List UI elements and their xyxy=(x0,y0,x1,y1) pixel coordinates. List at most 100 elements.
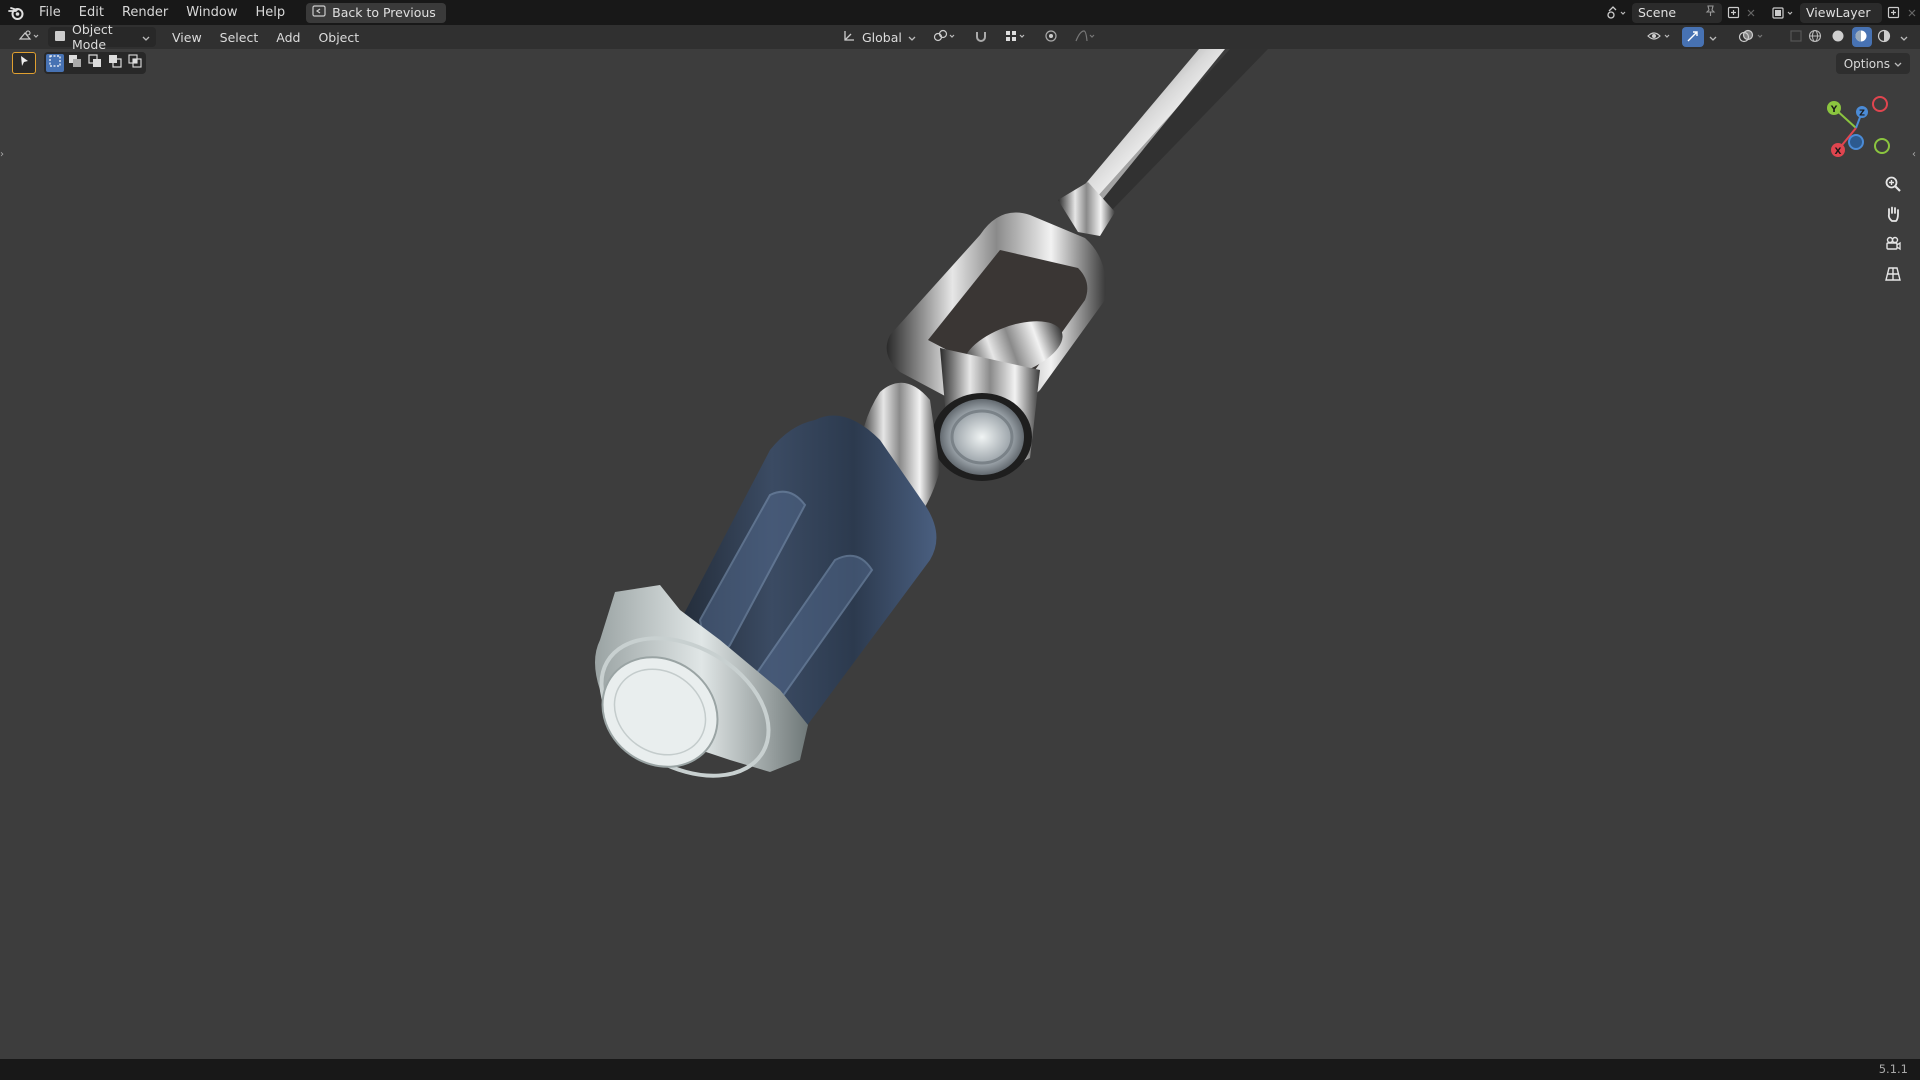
object-visibility-selector[interactable] xyxy=(1641,27,1679,47)
sidebar-expand-icon[interactable]: ‹ xyxy=(1912,149,1920,167)
gizmo-neg-z-axis[interactable] xyxy=(1848,134,1864,150)
overlays-toggle[interactable] xyxy=(1732,27,1774,47)
header-right-group xyxy=(1641,27,1914,47)
new-view-layer-icon[interactable] xyxy=(1882,3,1904,23)
delete-view-layer-icon[interactable] xyxy=(1904,3,1920,23)
toolbar-expand-icon[interactable]: › xyxy=(0,149,8,167)
shading-rendered-button[interactable] xyxy=(1875,27,1895,47)
status-bar: 5.1.1 xyxy=(0,1059,1920,1080)
rendered-sphere-icon xyxy=(1877,29,1891,46)
menu-help[interactable]: Help xyxy=(247,0,295,25)
orientation-axes-icon xyxy=(842,29,856,46)
blender-window: File Edit Render Window Help Back to Pre… xyxy=(0,0,1920,1080)
mode-selector[interactable]: Object Mode xyxy=(48,22,156,52)
gizmo-y-label: Y xyxy=(1830,105,1838,115)
gizmo-neg-y-axis[interactable] xyxy=(1874,138,1890,154)
menu-window[interactable]: Window xyxy=(177,0,246,25)
proportional-falloff-selector[interactable] xyxy=(1068,27,1104,47)
chevron-down-icon xyxy=(1900,30,1908,45)
proportional-circle-icon xyxy=(1044,29,1058,46)
version-label: 5.1.1 xyxy=(1878,1062,1908,1076)
view-layer-selector-icon[interactable] xyxy=(1766,3,1800,23)
select-intersect-icon xyxy=(128,54,142,72)
pan-button[interactable] xyxy=(1878,204,1908,228)
shading-options[interactable] xyxy=(1898,27,1914,47)
perspective-toggle-button[interactable] xyxy=(1878,264,1908,288)
screen-back-icon xyxy=(312,5,326,20)
view-layer-name-field[interactable]: ViewLayer xyxy=(1800,2,1882,23)
object-mode-icon xyxy=(54,30,66,45)
gizmo-arrow-icon xyxy=(1685,29,1701,46)
shading-solid-button[interactable] xyxy=(1829,27,1849,47)
chevron-down-icon xyxy=(1894,57,1902,71)
gizmo-options[interactable] xyxy=(1707,27,1723,47)
select-invert-icon xyxy=(108,54,122,72)
navigation-gizmo[interactable]: Y Z X xyxy=(1816,92,1896,172)
3d-viewport-icon xyxy=(18,29,42,46)
proportional-editing-toggle[interactable] xyxy=(1038,27,1064,47)
select-subtract-icon xyxy=(88,54,102,72)
grid-perspective-icon xyxy=(1884,265,1902,287)
select-new-icon xyxy=(48,54,62,72)
topbar-right-group: Scene ViewLayer xyxy=(1600,0,1920,25)
xray-toggle[interactable] xyxy=(1783,27,1803,47)
back-to-previous-button[interactable]: Back to Previous xyxy=(306,2,446,23)
eye-icon xyxy=(1647,29,1673,46)
delete-scene-icon[interactable] xyxy=(1744,3,1758,23)
scene-selector-icon[interactable] xyxy=(1600,3,1632,23)
snap-toggle[interactable] xyxy=(968,27,994,47)
chevron-down-icon xyxy=(1709,30,1717,45)
select-subtract-button[interactable] xyxy=(86,54,104,72)
magnifier-icon xyxy=(1884,175,1902,197)
new-scene-icon[interactable] xyxy=(1722,3,1744,23)
select-extend-button[interactable] xyxy=(66,54,84,72)
menu-file[interactable]: File xyxy=(30,0,70,25)
chevron-down-icon xyxy=(908,30,916,45)
pivot-point-selector[interactable] xyxy=(926,27,964,47)
scene-name-field[interactable]: Scene xyxy=(1632,2,1722,23)
select-tool-button[interactable] xyxy=(12,52,36,74)
gizmo-neg-x-axis[interactable] xyxy=(1872,96,1888,112)
gizmo-x-label: X xyxy=(1835,147,1842,157)
scene-name-text: Scene xyxy=(1638,5,1677,20)
blender-logo-icon[interactable] xyxy=(2,0,30,25)
shading-material-button[interactable] xyxy=(1852,27,1872,47)
select-new-button[interactable] xyxy=(46,54,64,72)
view-layer-name-text: ViewLayer xyxy=(1806,5,1871,20)
selection-mode-group xyxy=(44,52,146,74)
menu-add[interactable]: Add xyxy=(270,27,306,47)
menu-select[interactable]: Select xyxy=(214,27,265,47)
header-center-group: Global xyxy=(836,27,1104,47)
mode-label: Object Mode xyxy=(72,22,113,52)
editor-type-button[interactable] xyxy=(12,27,42,47)
camera-icon xyxy=(1884,235,1902,257)
hand-icon xyxy=(1884,205,1902,227)
screwdriver-model xyxy=(595,49,1268,778)
shading-wireframe-button[interactable] xyxy=(1806,27,1826,47)
cursor-arrow-icon xyxy=(18,55,30,71)
transform-orientation-selector[interactable]: Global xyxy=(836,27,922,47)
menu-view[interactable]: View xyxy=(166,27,208,47)
material-sphere-icon xyxy=(1854,29,1868,46)
menu-object[interactable]: Object xyxy=(312,27,365,47)
overlay-circles-icon xyxy=(1738,29,1768,46)
viewport-header: Object Mode View Select Add Object Globa… xyxy=(0,22,1920,52)
snap-target-selector[interactable] xyxy=(998,27,1034,47)
viewport-navigation-tools xyxy=(1878,174,1908,288)
chevron-down-icon xyxy=(142,30,150,45)
3d-viewport[interactable]: › ‹ xyxy=(0,49,1920,1059)
zoom-button[interactable] xyxy=(1878,174,1908,198)
options-label: Options xyxy=(1843,56,1890,71)
gizmo-toggle[interactable] xyxy=(1682,27,1704,47)
top-bar: File Edit Render Window Help Back to Pre… xyxy=(0,0,1920,25)
solid-sphere-icon xyxy=(1831,29,1845,46)
pivot-link-icon xyxy=(932,29,958,46)
back-to-previous-label: Back to Previous xyxy=(332,5,436,20)
camera-view-button[interactable] xyxy=(1878,234,1908,258)
magnet-icon xyxy=(974,29,988,46)
select-invert-button[interactable] xyxy=(106,54,124,72)
select-extend-icon xyxy=(68,54,82,72)
select-intersect-button[interactable] xyxy=(126,54,144,72)
pin-icon[interactable] xyxy=(1705,5,1716,20)
options-dropdown[interactable]: Options xyxy=(1835,53,1910,74)
